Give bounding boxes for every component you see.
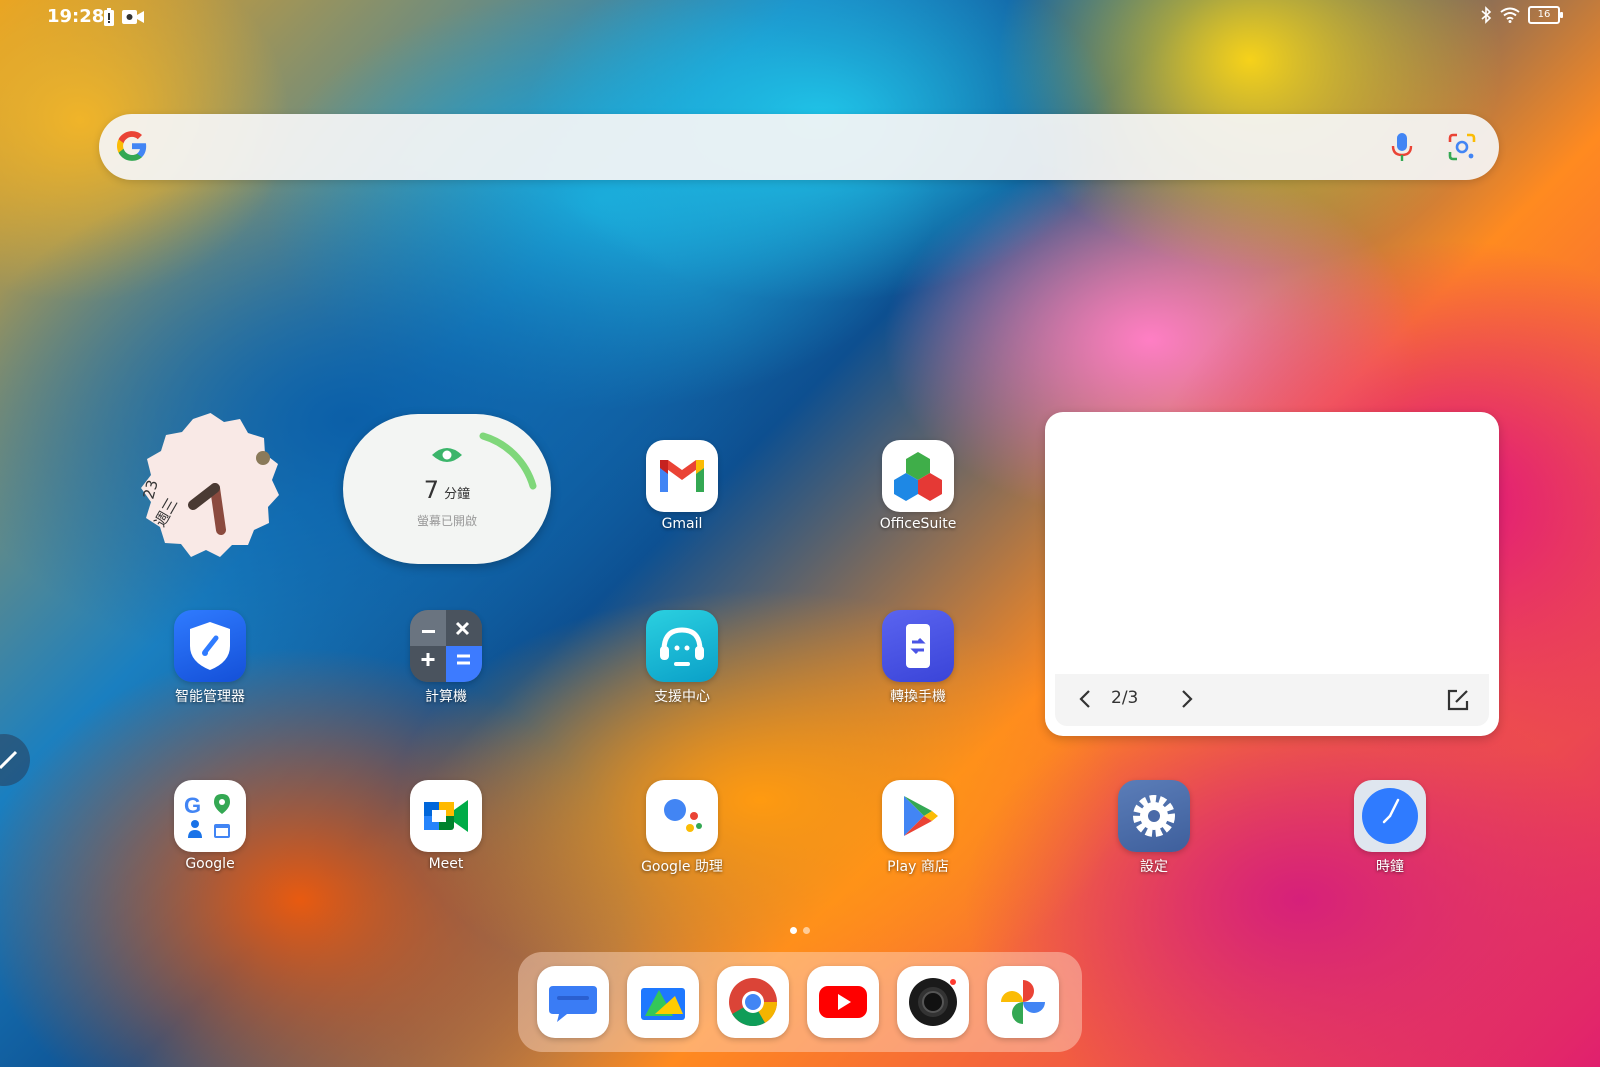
- chrome-icon: [717, 966, 789, 1038]
- files-icon: [627, 966, 699, 1038]
- app-label: 時鐘: [1376, 859, 1404, 875]
- app-google-assistant[interactable]: Google 助理: [627, 780, 737, 876]
- app-label: OfficeSuite: [879, 516, 957, 532]
- gmail-icon: [646, 440, 718, 512]
- phone-transfer-icon: [882, 610, 954, 682]
- notes-page-indicator: 2/3: [1111, 688, 1139, 708]
- messages-icon: [537, 966, 609, 1038]
- dock: [518, 952, 1082, 1052]
- dock-photos[interactable]: [968, 966, 1078, 1038]
- app-phone-clone[interactable]: 轉換手機: [863, 610, 973, 706]
- app-calculator[interactable]: 計算機: [391, 610, 501, 706]
- microphone-icon[interactable]: [1391, 132, 1413, 162]
- page-indicator: [790, 927, 810, 934]
- app-label: 智能管理器: [175, 689, 245, 705]
- google-logo-icon: [116, 131, 147, 161]
- officesuite-icon: [882, 440, 954, 512]
- edit-icon[interactable]: [1445, 687, 1471, 713]
- app-label: Meet: [428, 856, 464, 872]
- calculator-icon: [410, 610, 482, 682]
- app-settings[interactable]: 設定: [1099, 780, 1209, 876]
- app-smart-manager[interactable]: 智能管理器: [155, 610, 265, 706]
- notes-widget[interactable]: 2/3: [1045, 412, 1499, 736]
- app-support-center[interactable]: 支援中心: [627, 610, 737, 706]
- page-dot: [803, 927, 810, 934]
- bluetooth-icon: [1481, 6, 1492, 24]
- app-label: 轉換手機: [890, 689, 946, 705]
- photos-icon: [987, 966, 1059, 1038]
- chevron-right-icon[interactable]: [1177, 688, 1197, 710]
- screen-time-subtitle: 螢幕已開啟: [416, 514, 477, 528]
- status-time: 19:28: [47, 6, 105, 27]
- camera-icon: [897, 966, 969, 1038]
- battery-icon: 16: [1528, 6, 1563, 24]
- clock-widget[interactable]: 23 週三: [133, 410, 288, 565]
- app-officesuite[interactable]: OfficeSuite: [863, 440, 973, 532]
- app-label: Google: [185, 856, 235, 872]
- app-label: 設定: [1140, 859, 1168, 875]
- status-bar: 19:28 16: [0, 0, 1600, 34]
- screen-time-widget[interactable]: 7 分鐘 螢幕已開啟: [343, 414, 551, 564]
- meet-icon: [410, 780, 482, 852]
- app-label: 計算機: [425, 689, 467, 705]
- svg-text:G: G: [184, 793, 201, 818]
- headset-icon: [646, 610, 718, 682]
- gear-icon: [1118, 780, 1190, 852]
- clock-face: 23 週三: [139, 413, 279, 557]
- app-google-folder[interactable]: G Google: [155, 780, 265, 872]
- assistant-icon: [646, 780, 718, 852]
- youtube-icon: [807, 966, 879, 1038]
- page-dot-active: [790, 927, 797, 934]
- app-label: Google 助理: [641, 859, 723, 875]
- chevron-left-icon[interactable]: [1075, 688, 1095, 710]
- app-play-store[interactable]: Play 商店: [863, 780, 973, 876]
- app-meet[interactable]: Meet: [391, 780, 501, 872]
- app-gmail[interactable]: Gmail: [627, 440, 737, 532]
- wifi-icon: [1500, 7, 1520, 23]
- pencil-icon: [0, 750, 18, 770]
- google-folder-icon: G: [174, 780, 246, 852]
- play-store-icon: [882, 780, 954, 852]
- app-label: Gmail: [661, 516, 703, 532]
- clock-icon: [1354, 780, 1426, 852]
- battery-alert-icon: [104, 8, 114, 26]
- google-lens-icon[interactable]: [1447, 132, 1477, 162]
- screen-time-value: 7 分鐘: [423, 476, 471, 504]
- app-label: Play 商店: [887, 859, 949, 875]
- eye-icon: [432, 448, 462, 462]
- notes-widget-footer: 2/3: [1055, 674, 1489, 726]
- app-clock[interactable]: 時鐘: [1335, 780, 1445, 876]
- edge-panel-handle[interactable]: [0, 734, 30, 786]
- shield-icon: [174, 610, 246, 682]
- screen-record-icon: [122, 10, 144, 24]
- google-search-bar[interactable]: [99, 114, 1499, 180]
- app-label: 支援中心: [654, 689, 710, 705]
